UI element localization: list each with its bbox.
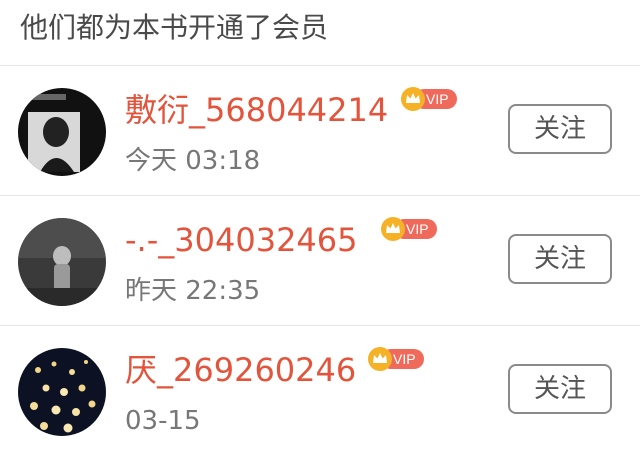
follow-button[interactable]: 关注 <box>508 104 612 154</box>
section-title: 他们都为本书开通了会员 <box>20 11 329 44</box>
follow-button[interactable]: 关注 <box>508 234 612 284</box>
vip-badge-label: VIP <box>406 221 429 237</box>
avatar[interactable] <box>18 88 106 176</box>
vip-badge: VIP <box>400 86 458 112</box>
member-name[interactable]: -.-_304032465 <box>125 220 358 260</box>
follow-time: 今天 03:18 <box>125 146 261 176</box>
member-name[interactable]: 厌_269260246 <box>125 350 356 390</box>
member-row[interactable]: -.-_304032465 VIP 昨天 22:35 关注 <box>0 196 640 326</box>
member-list-header: 他们都为本书开通了会员 <box>0 0 640 66</box>
follow-button[interactable]: 关注 <box>508 364 612 414</box>
avatar[interactable] <box>18 218 106 306</box>
vip-crown-icon <box>401 87 425 111</box>
member-row[interactable]: 敷衍_568044214 VIP 今天 03:18 关注 <box>0 66 640 196</box>
member-row[interactable]: 厌_269260246 VIP 03-15 关注 <box>0 326 640 456</box>
vip-crown-icon <box>381 217 405 241</box>
vip-badge: VIP <box>367 346 425 372</box>
member-name[interactable]: 敷衍_568044214 <box>125 90 388 130</box>
vip-badge-label: VIP <box>393 351 416 367</box>
follow-time: 昨天 22:35 <box>125 276 261 306</box>
follow-time: 03-15 <box>125 406 201 436</box>
vip-badge-label: VIP <box>426 91 449 107</box>
avatar[interactable] <box>18 348 106 436</box>
vip-badge: VIP <box>380 216 438 242</box>
vip-crown-icon <box>368 347 392 371</box>
